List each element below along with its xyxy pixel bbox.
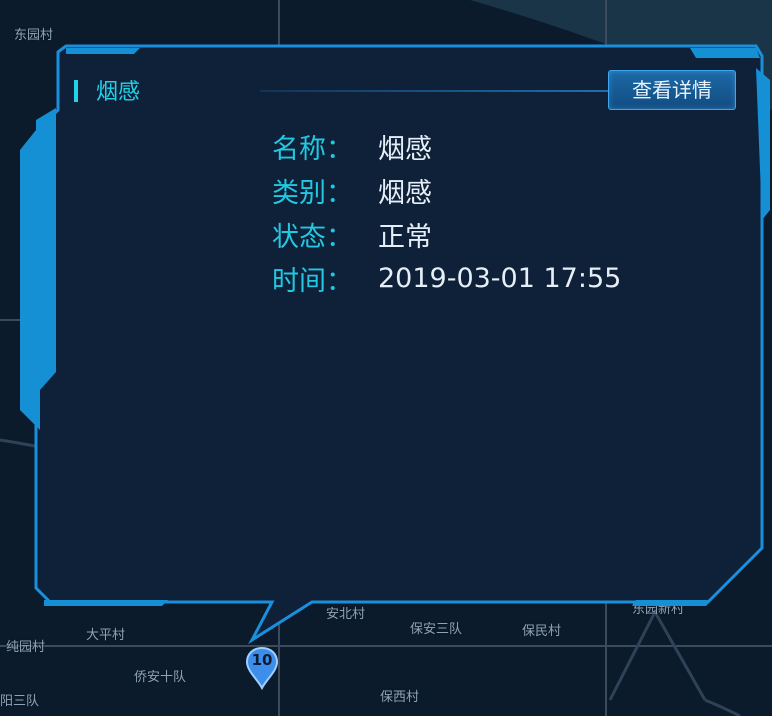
device-info-list: 名称： 烟感 类别： 烟感 状态： 正常 时间： 2019-03-01 17:5… <box>272 124 621 300</box>
info-value: 正常 <box>378 221 432 253</box>
info-row-name: 名称： 烟感 <box>272 124 621 168</box>
info-row-time: 时间： 2019-03-01 17:55 <box>272 256 621 300</box>
title-divider <box>260 90 610 92</box>
info-row-status: 状态： 正常 <box>272 212 621 256</box>
view-details-button[interactable]: 查看详情 <box>608 70 736 110</box>
info-value: 烟感 <box>378 133 432 165</box>
info-key: 状态： <box>272 221 353 253</box>
info-key: 时间： <box>272 265 353 297</box>
info-key: 类别： <box>272 177 353 209</box>
info-key: 名称： <box>272 133 353 165</box>
info-value: 烟感 <box>378 177 432 209</box>
popup-title-accent <box>74 80 78 102</box>
popup-title: 烟感 <box>96 80 141 105</box>
info-value: 2019-03-01 17:55 <box>378 262 622 294</box>
info-row-category: 类别： 烟感 <box>272 168 621 212</box>
